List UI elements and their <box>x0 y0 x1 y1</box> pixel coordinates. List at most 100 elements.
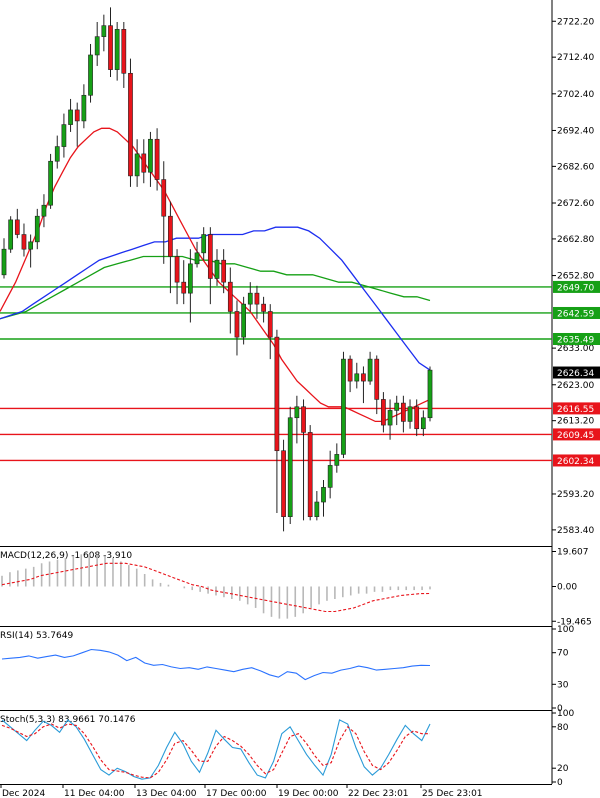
rsi-line <box>1 648 431 681</box>
candle-bull <box>247 292 253 305</box>
candle-bear <box>207 234 213 279</box>
time-tick-label: 13 Dec 04:00 <box>136 789 197 798</box>
level-tags: 2649.70 2642.59 2635.49 2616.55 2609.45 2602.… <box>553 280 600 467</box>
candle-bull <box>61 124 67 147</box>
stoch-tick-label: 100 <box>557 709 574 719</box>
price-tick-label: 2722.20 <box>557 17 594 27</box>
candle-bull <box>28 241 33 250</box>
stoch-d-line <box>1 723 430 779</box>
candle-bull <box>201 234 207 254</box>
candle-bull <box>194 252 200 265</box>
price-tick-label: 2702.40 <box>557 90 594 100</box>
support-tag-label: 2616.55 <box>557 405 594 415</box>
candle-bear <box>347 358 353 382</box>
candle-bear <box>227 281 233 312</box>
support-tag-label: 2609.45 <box>557 431 594 441</box>
candle-bull <box>1 248 7 276</box>
rsi-label: RSI(14) 53.7649 <box>0 631 73 641</box>
candle-bull <box>88 54 93 96</box>
rsi-tick-label: 100 <box>557 625 574 635</box>
time-axis: Dec 2024 11 Dec 04:00 13 Dec 04:00 17 Dec 0… <box>0 784 483 798</box>
resistance-tag-label: 2635.49 <box>557 335 594 345</box>
time-tick-label: 17 Dec 00:00 <box>206 789 267 798</box>
price-tick-label: 2682.60 <box>557 162 594 172</box>
time-tick-label: 22 Dec 23:01 <box>348 789 409 798</box>
candle-bear <box>254 292 260 305</box>
candle-bull <box>81 94 87 122</box>
candle-bear <box>161 179 167 217</box>
candle-bull <box>314 501 320 517</box>
rsi-tick-label: 30 <box>557 680 569 690</box>
price-tick-label: 2613.20 <box>557 417 594 427</box>
candle-bull <box>394 402 400 411</box>
candle-bull <box>148 138 153 173</box>
candle-bear <box>414 406 420 430</box>
candle-bull <box>287 417 293 517</box>
candle-bear <box>14 219 20 235</box>
price-tick-label: 2583.40 <box>557 526 594 536</box>
candle-bull <box>48 160 53 206</box>
time-tick-label: 25 Dec 23:01 <box>422 789 483 798</box>
candle-bear <box>274 336 280 452</box>
candle-bull <box>341 358 346 455</box>
candle-bull <box>327 465 333 488</box>
candle-bear <box>174 256 180 283</box>
candle-bear <box>401 402 406 422</box>
candle-bear <box>154 138 160 180</box>
candle-bull <box>367 358 373 382</box>
macd-pane: MACD(12,26,9) -1.608 -3.910 19.6070.00-19… <box>0 547 592 627</box>
candle-bull <box>241 303 246 338</box>
candle-bear <box>121 29 127 74</box>
candle-bear <box>307 432 313 517</box>
candle-bull <box>188 263 193 294</box>
candle-bear <box>141 153 147 173</box>
price-tick-label: 2652.80 <box>557 272 594 282</box>
price-tick-label: 2662.80 <box>557 235 594 245</box>
candle-bear <box>21 234 27 250</box>
time-tick-label: 19 Dec 00:00 <box>278 789 339 798</box>
candle-bull <box>34 215 40 243</box>
candle-bull <box>387 410 393 426</box>
stoch-tick-label: 80 <box>557 723 569 733</box>
candle-bull <box>214 259 220 279</box>
candle-bear <box>261 303 266 312</box>
candle-bull <box>94 36 100 56</box>
candle-bull <box>134 153 140 177</box>
candle-bear <box>234 311 240 338</box>
candle-bear <box>181 281 187 294</box>
candle-bear <box>281 450 286 517</box>
macd-tick-label: 0.00 <box>557 583 577 593</box>
price-tick-label: 2623.00 <box>557 381 594 391</box>
candle-bear <box>374 358 380 400</box>
candle-bear <box>267 311 273 338</box>
candle-bear <box>128 72 133 177</box>
candle-bull <box>41 204 47 217</box>
candle-bull <box>114 29 120 70</box>
resistance-tag-label: 2642.59 <box>557 309 594 319</box>
candle-bull <box>407 406 413 422</box>
candle-bear <box>168 215 173 257</box>
resistance-tag-label: 2649.70 <box>557 283 594 293</box>
stoch-tick-label: 0 <box>557 778 563 788</box>
price-tick-label: 2672.60 <box>557 199 594 209</box>
rsi-pane: RSI(14) 53.764910070300 <box>0 625 574 714</box>
time-tick-label: Dec 2024 <box>2 789 45 798</box>
candle-bull <box>294 406 300 419</box>
candle-bull <box>334 454 340 466</box>
trading-chart: 2722.20 2712.40 2702.40 2692.40 2682.60 2672.… <box>0 0 600 798</box>
macd-tick-label: 19.607 <box>557 547 589 557</box>
stoch-tick-label: 20 <box>557 764 569 774</box>
candle-bull <box>420 417 426 430</box>
candle-bear <box>361 373 366 382</box>
candles <box>1 7 433 532</box>
candle-bull <box>427 369 433 419</box>
candle-bear <box>108 25 113 70</box>
candle-bear <box>74 109 80 122</box>
current-price-label: 2626.34 <box>557 369 594 379</box>
candle-bear <box>221 259 227 283</box>
candle-bear <box>301 406 306 433</box>
candle-bull <box>68 109 73 125</box>
price-tick-label: 2692.40 <box>557 126 594 136</box>
stoch-k-line <box>1 719 431 780</box>
support-tag-label: 2602.34 <box>557 457 594 467</box>
